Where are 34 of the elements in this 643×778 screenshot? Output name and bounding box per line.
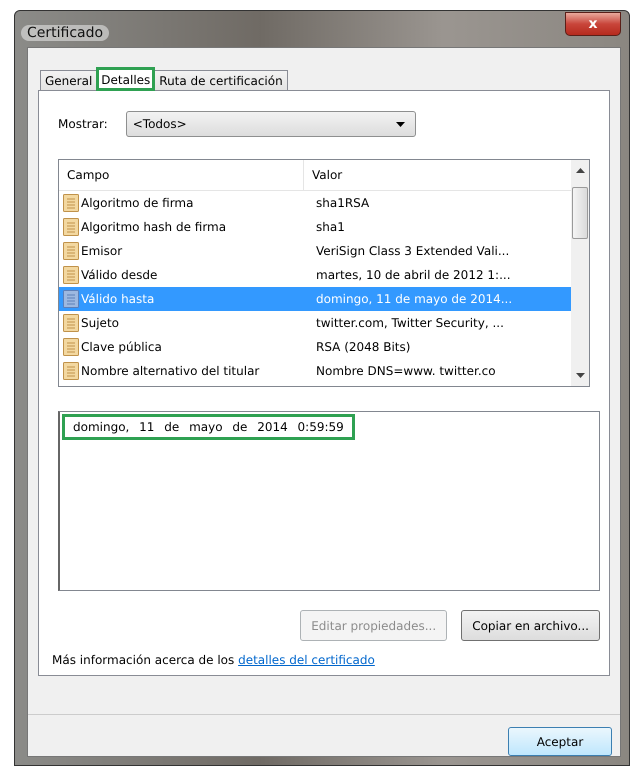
column-header[interactable]: Valor — [304, 168, 342, 182]
certificate-details-link[interactable]: detalles del certificado — [238, 653, 375, 667]
document-icon — [63, 266, 79, 284]
list-row[interactable]: Sujeto twitter.com, Twitter Security, ... — [59, 311, 571, 335]
action-button[interactable]: Copiar en archivo... — [461, 610, 600, 641]
caret-icon — [396, 122, 405, 126]
ok-button[interactable]: Aceptar — [508, 727, 612, 756]
list-row[interactable]: Clave pública RSA (2048 Bits) — [59, 335, 571, 359]
scroll-thumb[interactable] — [572, 187, 588, 239]
tab[interactable]: Detalles — [96, 67, 156, 91]
list-row[interactable]: Emisor VeriSign Class 3 Extended Vali... — [59, 239, 571, 263]
scroll-down-icon — [576, 373, 584, 378]
document-icon — [63, 362, 79, 380]
scroll-up-icon — [576, 168, 584, 173]
window-title: Certificado — [21, 25, 110, 41]
column-header[interactable]: Campo — [59, 160, 304, 190]
document-icon — [63, 218, 79, 236]
tab[interactable]: General — [40, 70, 98, 90]
info-text: Más información acerca de los detalles del certificado — [52, 653, 376, 667]
close-button[interactable]: x — [565, 12, 621, 36]
list-row[interactable]: Válido desde martes, 10 de abril de 2012 1:... — [59, 263, 571, 287]
document-icon — [63, 194, 79, 212]
scrollbar[interactable] — [571, 160, 589, 386]
list-row[interactable]: Algoritmo hash de firma sha1 — [59, 215, 571, 239]
document-icon — [63, 314, 79, 332]
value-textbox[interactable]: domingo, 11 de mayo de 2014 0:59:59 — [58, 411, 600, 591]
show-label: Mostrar: — [58, 117, 108, 131]
list-row[interactable]: Algoritmo de firma sha1RSA — [59, 191, 571, 215]
document-icon — [63, 242, 79, 260]
tab[interactable]: Ruta de certificación — [154, 70, 288, 90]
list-row[interactable]: Nombre alternativo del titular Nombre DNS=www. twitter.co — [59, 359, 571, 383]
document-icon — [63, 338, 79, 356]
document-icon — [63, 290, 79, 308]
show-dropdown[interactable]: <Todos> — [126, 111, 416, 137]
